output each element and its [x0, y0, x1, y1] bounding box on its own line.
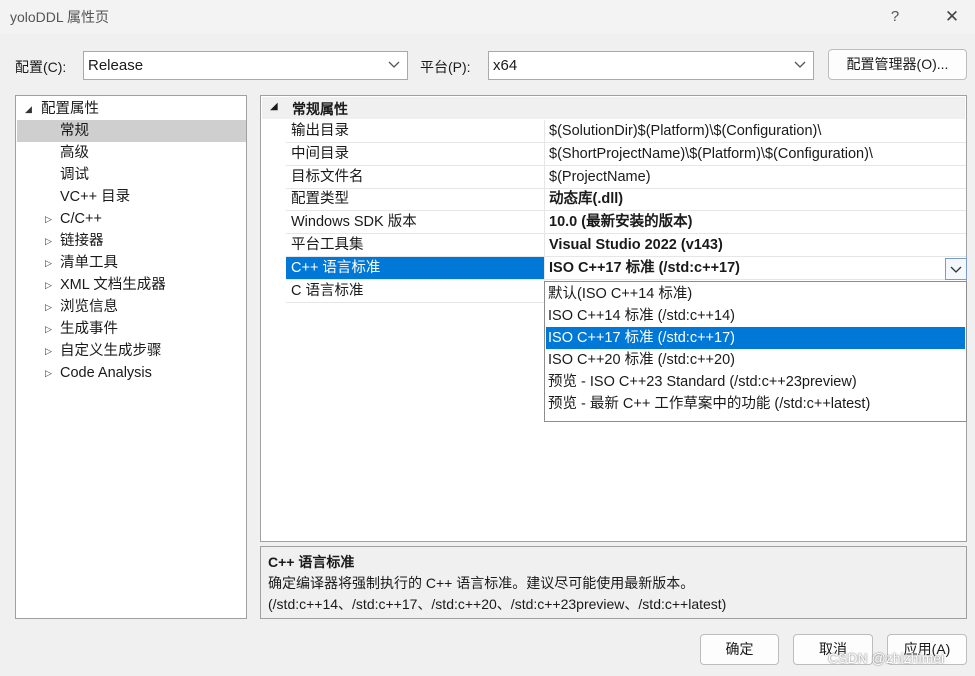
property-row[interactable]: 中间目录 $(ShortProjectName)\$(Platform)\$(Co… [286, 142, 966, 166]
platform-value: x64 [493, 57, 518, 74]
property-name: Windows SDK 版本 [286, 211, 545, 234]
tree-item[interactable]: ▷ C/C++ [17, 208, 246, 230]
platform-label: 平台(P): [420, 59, 471, 75]
property-value[interactable]: $(SolutionDir)$(Platform)\$(Configuratio… [549, 120, 966, 142]
dropdown-option[interactable]: 默认(ISO C++14 标准) [546, 283, 965, 305]
expand-triangle-icon[interactable]: ▷ [45, 230, 55, 252]
expanded-triangle-icon[interactable]: ◢ [25, 98, 35, 120]
tree-item[interactable]: ▷ 浏览信息 [17, 296, 246, 318]
section-header[interactable]: ◢ 常规属性 [262, 97, 965, 119]
dropdown-option[interactable]: ISO C++14 标准 (/std:c++14) [546, 305, 965, 327]
tree-item[interactable]: 常规 [17, 120, 246, 142]
tree-item-label: 高级 [60, 145, 89, 161]
tree-item-label: 清单工具 [60, 255, 118, 271]
property-value[interactable]: ISO C++17 标准 (/std:c++17) [549, 257, 966, 279]
title-bar: yoloDDL 属性页 ? ✕ [0, 0, 975, 34]
collapse-triangle-icon[interactable]: ◢ [270, 101, 278, 112]
property-name: 配置类型 [286, 188, 545, 211]
tree-root-label: 配置属性 [41, 101, 99, 117]
expand-triangle-icon[interactable]: ▷ [45, 318, 55, 340]
tree-item[interactable]: VC++ 目录 [17, 186, 246, 208]
property-name: 平台工具集 [286, 234, 545, 256]
dropdown-option[interactable]: ISO C++20 标准 (/std:c++20) [546, 349, 965, 371]
tree-item-label: C/C++ [60, 211, 102, 227]
expand-triangle-icon[interactable]: ▷ [45, 340, 55, 362]
tree-item[interactable]: 高级 [17, 142, 246, 164]
config-label: 配置(C): [15, 59, 67, 75]
expand-triangle-icon[interactable]: ▷ [45, 208, 55, 230]
tree-item-label: 链接器 [60, 233, 104, 249]
expand-triangle-icon[interactable]: ▷ [45, 274, 55, 296]
description-title: C++ 语言标准 [268, 554, 355, 570]
config-value: Release [88, 57, 144, 74]
property-row[interactable]: Windows SDK 版本 10.0 (最新安装的版本) [286, 211, 966, 235]
config-select[interactable]: Release [83, 51, 408, 80]
expand-triangle-icon[interactable]: ▷ [45, 252, 55, 274]
property-value[interactable]: $(ShortProjectName)\$(Platform)\$(Config… [549, 143, 966, 165]
dropdown-option[interactable]: 预览 - ISO C++23 Standard (/std:c++23previ… [546, 371, 965, 393]
config-manager-button[interactable]: 配置管理器(O)... [828, 49, 967, 80]
language-standard-dropdown: 默认(ISO C++14 标准) ISO C++14 标准 (/std:c++14… [544, 281, 967, 422]
tree-item-label: 常规 [60, 123, 89, 139]
help-button[interactable]: ? [880, 4, 910, 30]
property-value[interactable]: $(ProjectName) [549, 166, 966, 188]
property-value[interactable]: 动态库(.dll) [549, 188, 966, 210]
tree-item-label: 生成事件 [60, 321, 118, 337]
dropdown-button[interactable] [945, 258, 967, 280]
tree-item[interactable]: ▷ Code Analysis [17, 362, 246, 384]
tree-item-label: 调试 [60, 167, 89, 183]
ok-button[interactable]: 确定 [700, 634, 779, 665]
property-tree: ◢ 配置属性 常规高级调试 VC++ 目录 ▷ C/C++ ▷ 链接器 ▷ 清单工具 ▷ XML … [15, 95, 247, 619]
platform-select[interactable]: x64 [488, 51, 814, 80]
property-row[interactable]: 配置类型 动态库(.dll) [286, 188, 966, 212]
chevron-down-icon [950, 266, 962, 273]
tree-item[interactable]: ▷ 自定义生成步骤 [17, 340, 246, 362]
tree-item-label: 浏览信息 [60, 299, 118, 315]
property-name: 目标文件名 [286, 165, 545, 188]
description-text: 确定编译器将强制执行的 C++ 语言标准。建议尽可能使用最新版本。(/std:c… [268, 575, 727, 612]
property-name: C 语言标准 [286, 279, 545, 302]
close-button[interactable]: ✕ [937, 4, 967, 30]
tree-item[interactable]: 调试 [17, 164, 246, 186]
property-value[interactable]: 10.0 (最新安装的版本) [549, 211, 966, 233]
property-name: 中间目录 [286, 142, 545, 165]
chevron-down-icon [794, 61, 806, 68]
property-value[interactable]: Visual Studio 2022 (v143) [549, 234, 966, 256]
tree-item-label: 自定义生成步骤 [60, 343, 162, 359]
tree-item-label: Code Analysis [60, 365, 152, 381]
chevron-down-icon [388, 61, 400, 68]
expand-triangle-icon[interactable]: ▷ [45, 296, 55, 318]
property-name: 输出目录 [286, 120, 545, 142]
dropdown-option[interactable]: 预览 - 最新 C++ 工作草案中的功能 (/std:c++latest) [546, 393, 965, 415]
window-title: yoloDDL 属性页 [10, 9, 110, 25]
dropdown-option[interactable]: ISO C++17 标准 (/std:c++17) [546, 327, 965, 349]
property-row[interactable]: 平台工具集 Visual Studio 2022 (v143) [286, 234, 966, 257]
property-row[interactable]: 输出目录 $(SolutionDir)$(Platform)\$(Configur… [286, 120, 966, 143]
tree-item-label: VC++ 目录 [60, 189, 131, 205]
property-row[interactable]: C++ 语言标准 ISO C++17 标准 (/std:c++17) [286, 256, 966, 280]
section-title: 常规属性 [292, 101, 348, 117]
tree-item[interactable]: ▷ 清单工具 [17, 252, 246, 274]
watermark: CSDN @zhizhimei [828, 650, 945, 666]
property-name: C++ 语言标准 [286, 256, 545, 279]
expand-triangle-icon[interactable]: ▷ [45, 362, 55, 384]
property-row[interactable]: 目标文件名 $(ProjectName) [286, 165, 966, 189]
tree-item[interactable]: ▷ 生成事件 [17, 318, 246, 340]
tree-item-label: XML 文档生成器 [60, 277, 166, 293]
description-pane: C++ 语言标准 确定编译器将强制执行的 C++ 语言标准。建议尽可能使用最新版… [260, 546, 967, 619]
tree-item[interactable]: ▷ 链接器 [17, 230, 246, 252]
tree-root[interactable]: ◢ 配置属性 [17, 98, 246, 120]
tree-item[interactable]: ▷ XML 文档生成器 [17, 274, 246, 296]
